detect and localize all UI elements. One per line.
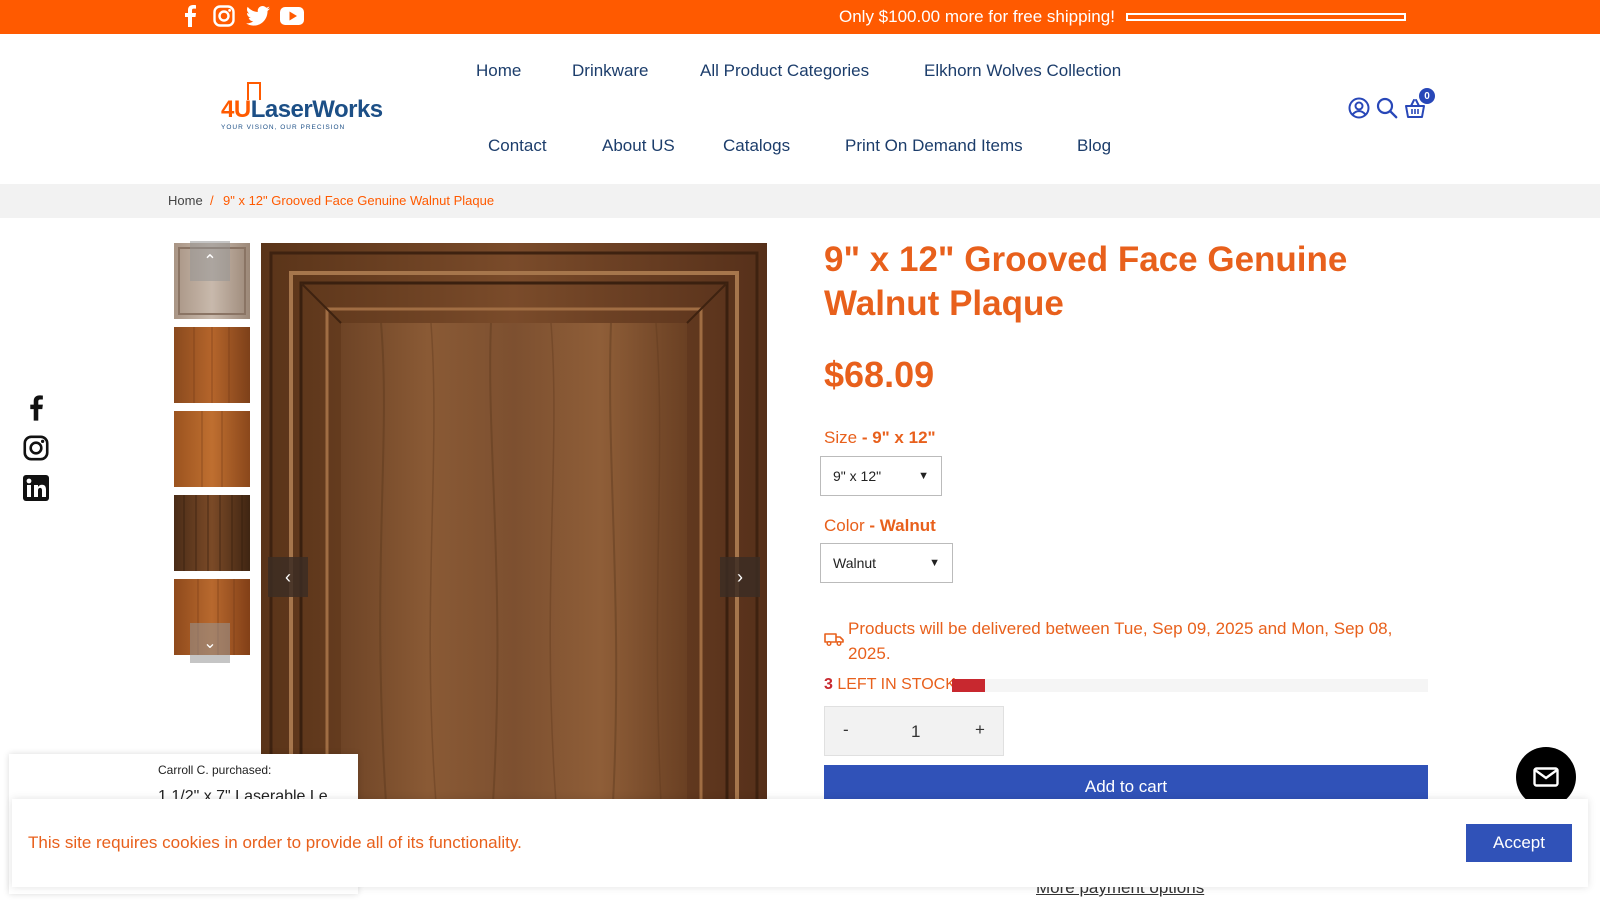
nav-all-product-categories[interactable]: All Product Categories bbox=[700, 61, 869, 81]
chevron-right-icon: › bbox=[737, 566, 743, 587]
header-actions: 0 bbox=[1347, 88, 1435, 120]
linkedin-icon[interactable] bbox=[22, 474, 50, 502]
logo-tagline: YOUR VISION, OUR PRECISION bbox=[221, 124, 346, 131]
cart-count-badge: 0 bbox=[1419, 88, 1435, 104]
contact-chat-button[interactable] bbox=[1516, 747, 1576, 807]
stock-count: 3 bbox=[824, 676, 833, 693]
delivery-text: Products will be delivered between Tue, … bbox=[848, 619, 1393, 663]
size-select[interactable]: 9" x 12" ▼ bbox=[820, 456, 942, 496]
envelope-icon bbox=[1533, 767, 1559, 787]
product-price: $68.09 bbox=[824, 354, 935, 395]
nav-about-us[interactable]: About US bbox=[602, 136, 675, 156]
youtube-icon[interactable] bbox=[280, 4, 304, 28]
thumbnail-3[interactable] bbox=[174, 411, 250, 487]
color-selected-value: - Walnut bbox=[869, 516, 936, 535]
image-next-button[interactable]: › bbox=[720, 557, 760, 597]
breadcrumb-home[interactable]: Home bbox=[168, 193, 203, 208]
facebook-icon[interactable] bbox=[178, 4, 202, 28]
nav-home[interactable]: Home bbox=[476, 61, 521, 81]
color-select[interactable]: Walnut ▼ bbox=[820, 543, 953, 583]
instagram-icon[interactable] bbox=[22, 434, 50, 462]
purchase-popup-customer: Carroll C. purchased: bbox=[158, 763, 272, 777]
stock-level-bar bbox=[952, 679, 1428, 692]
top-announcement-bar: Only $100.00 more for free shipping! bbox=[0, 0, 1600, 34]
thumbnails-down-button[interactable]: ⌄ bbox=[190, 623, 230, 663]
product-title: 9" x 12" Grooved Face Genuine Walnut Pla… bbox=[824, 240, 1348, 323]
logo-wordmark: 4ULaserWorks bbox=[221, 96, 383, 123]
nav-blog[interactable]: Blog bbox=[1077, 136, 1111, 156]
quantity-increase-button[interactable]: + bbox=[975, 720, 985, 740]
breadcrumb-separator: / bbox=[210, 193, 214, 208]
size-selected-value: - 9" x 12" bbox=[861, 428, 936, 447]
search-icon[interactable] bbox=[1375, 96, 1399, 120]
facebook-icon[interactable] bbox=[22, 394, 50, 422]
site-logo[interactable]: 4ULaserWorks YOUR VISION, OUR PRECISION bbox=[221, 82, 383, 134]
thumbnail-2[interactable] bbox=[174, 327, 250, 403]
cookie-accept-button[interactable]: Accept bbox=[1466, 824, 1572, 862]
cookie-consent-banner: This site requires cookies in order to p… bbox=[12, 799, 1588, 887]
nav-drinkware[interactable]: Drinkware bbox=[572, 61, 649, 81]
truck-icon bbox=[824, 633, 844, 646]
breadcrumb-current: 9" x 12" Grooved Face Genuine Walnut Pla… bbox=[223, 193, 495, 208]
nav-contact[interactable]: Contact bbox=[488, 136, 547, 156]
twitter-icon[interactable] bbox=[246, 4, 270, 28]
image-prev-button[interactable]: ‹ bbox=[268, 557, 308, 597]
size-label: Size - 9" x 12" bbox=[824, 428, 936, 447]
chevron-up-icon: ⌃ bbox=[203, 253, 217, 270]
nav-catalogs[interactable]: Catalogs bbox=[723, 136, 790, 156]
chevron-down-icon: ⌄ bbox=[203, 635, 217, 652]
instagram-icon[interactable] bbox=[212, 4, 236, 28]
quantity-decrease-button[interactable]: - bbox=[843, 720, 849, 740]
cookie-message: This site requires cookies in order to p… bbox=[28, 833, 522, 852]
top-social-links bbox=[178, 4, 304, 28]
quantity-stepper: - 1 + bbox=[824, 706, 1004, 756]
floating-social-links bbox=[22, 394, 50, 502]
chevron-left-icon: ‹ bbox=[285, 566, 291, 587]
product-main-image[interactable]: ‹ › bbox=[261, 243, 767, 803]
chevron-down-icon: ▼ bbox=[929, 557, 940, 569]
color-label: Color - Walnut bbox=[824, 516, 936, 535]
stock-status: 3 LEFT IN STOCK bbox=[824, 676, 956, 693]
thumbnail-4[interactable] bbox=[174, 495, 250, 571]
breadcrumb: Home / 9" x 12" Grooved Face Genuine Wal… bbox=[0, 184, 1600, 218]
nav-print-on-demand[interactable]: Print On Demand Items bbox=[845, 136, 1023, 156]
free-shipping-progress bbox=[1126, 13, 1406, 21]
chevron-down-icon: ▼ bbox=[918, 470, 929, 482]
thumbnails-up-button[interactable]: ⌃ bbox=[190, 241, 230, 281]
nav-elkhorn-wolves-collection[interactable]: Elkhorn Wolves Collection bbox=[924, 61, 1121, 81]
quantity-input[interactable]: 1 bbox=[911, 722, 920, 742]
free-shipping-message: Only $100.00 more for free shipping! bbox=[839, 7, 1115, 26]
cart-icon[interactable]: 0 bbox=[1403, 88, 1435, 120]
account-icon[interactable] bbox=[1347, 96, 1371, 120]
stock-level-fill bbox=[952, 679, 986, 692]
